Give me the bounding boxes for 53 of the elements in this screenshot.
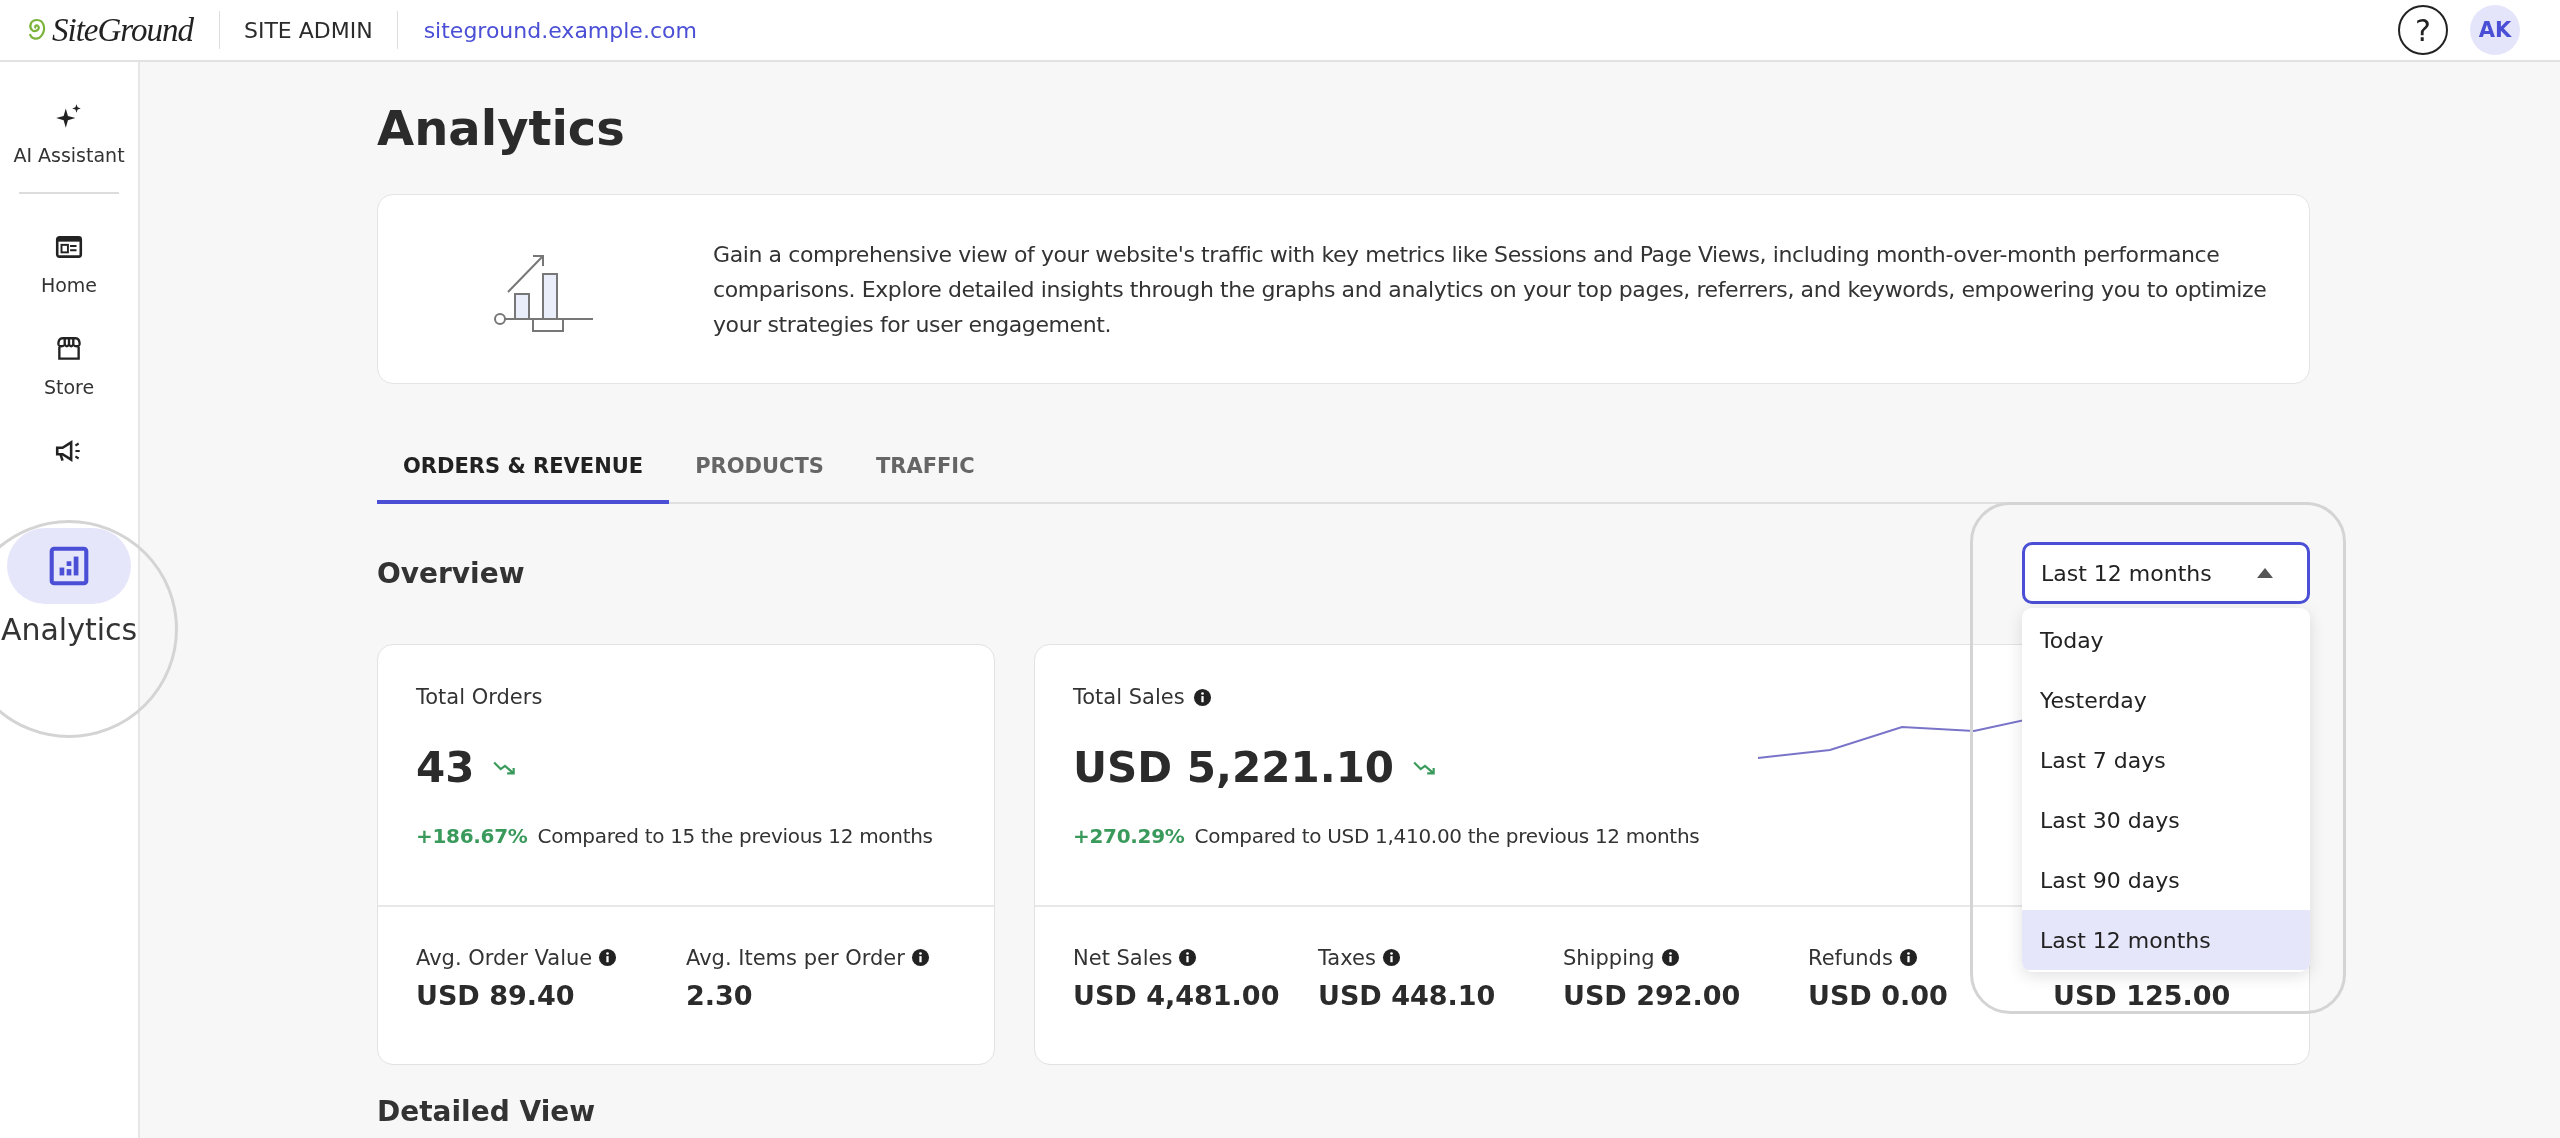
menu-option[interactable]: Last 30 days (2022, 790, 2310, 850)
card-value: 43 (416, 743, 475, 792)
section-label: SITE ADMIN (219, 11, 398, 49)
info-icon[interactable] (1192, 687, 1212, 707)
user-avatar[interactable]: AK (2470, 5, 2520, 55)
metric-value: 2.30 (686, 980, 754, 1011)
metric-label: Avg. Items per Order (686, 945, 905, 970)
sidebar-item[interactable]: Store (43, 330, 95, 402)
menu-option[interactable]: Yesterday (2022, 670, 2310, 730)
metric-value: USD 4,481.00 (1073, 980, 1281, 1011)
info-icon[interactable] (1178, 948, 1198, 967)
sidebar-item[interactable]: Home (40, 228, 98, 300)
menu-option[interactable]: Last 12 months (2022, 910, 2310, 970)
swirl-logo-icon (26, 17, 48, 43)
card-title: Total Orders (416, 685, 543, 709)
metric-value: USD 0.00 (1808, 980, 1949, 1011)
metric-value: USD 448.10 (1318, 980, 1497, 1011)
metric-label: Avg. Order Value (416, 945, 593, 970)
page-title: Analytics (377, 100, 626, 156)
sidebar-item[interactable]: AI Assistant (13, 98, 125, 170)
logo-text[interactable]: SiteGround (52, 11, 193, 49)
card-value: USD 5,221.10 (1073, 743, 1395, 792)
section-title: Detailed View (377, 1095, 597, 1128)
comparison-text: Compared to USD 1,410.00 the previous 12 months (1194, 824, 1700, 848)
metric-label: Refunds (1808, 945, 1893, 970)
comparison-text: Compared to 15 the previous 12 months (537, 824, 933, 848)
tab[interactable]: ORDERS & REVENUE (377, 436, 670, 504)
metric-label: Taxes (1318, 945, 1376, 970)
intro-text: Gain a comprehensive view of your website's traffic with key metrics like Sessions and Page Views, including month-over-month performance comparisons. Explore detailed insights through the graphs and analytics on your top pages, referrers, and keywords, empowering you to optimize your strategies for user engagement. (713, 240, 2268, 339)
info-icon[interactable] (910, 948, 930, 967)
change-percent: +270.29% (1073, 824, 1185, 848)
tab[interactable]: PRODUCTS (669, 436, 850, 504)
change-percent: +186.67% (416, 824, 528, 848)
site-link[interactable]: siteground.example.com (397, 17, 697, 43)
section-title: Overview (377, 556, 525, 590)
info-icon[interactable] (1660, 948, 1680, 967)
info-icon[interactable] (1898, 948, 1918, 967)
info-icon[interactable] (598, 948, 618, 967)
metric-value: USD 292.00 (1563, 980, 1742, 1011)
info-icon[interactable] (1381, 948, 1401, 967)
menu-option[interactable]: Today (2022, 610, 2310, 670)
metric-value: USD 125.00 (2053, 980, 2231, 1011)
caret-icon (2257, 568, 2273, 578)
menu-option[interactable]: Last 7 days (2022, 730, 2310, 790)
period-select[interactable]: Last 12 months (2022, 542, 2310, 604)
bar-chart-icon (47, 544, 91, 588)
help-button[interactable]: ? (2398, 5, 2448, 55)
card-title: Total Sales (1073, 685, 1185, 709)
metric-label: Net Sales (1073, 945, 1173, 970)
metric-value: USD 89.40 (416, 980, 576, 1011)
menu-option[interactable]: Last 90 days (2022, 850, 2310, 910)
tab[interactable]: TRAFFIC (849, 436, 1001, 504)
metric-label: Shipping (1563, 945, 1655, 970)
